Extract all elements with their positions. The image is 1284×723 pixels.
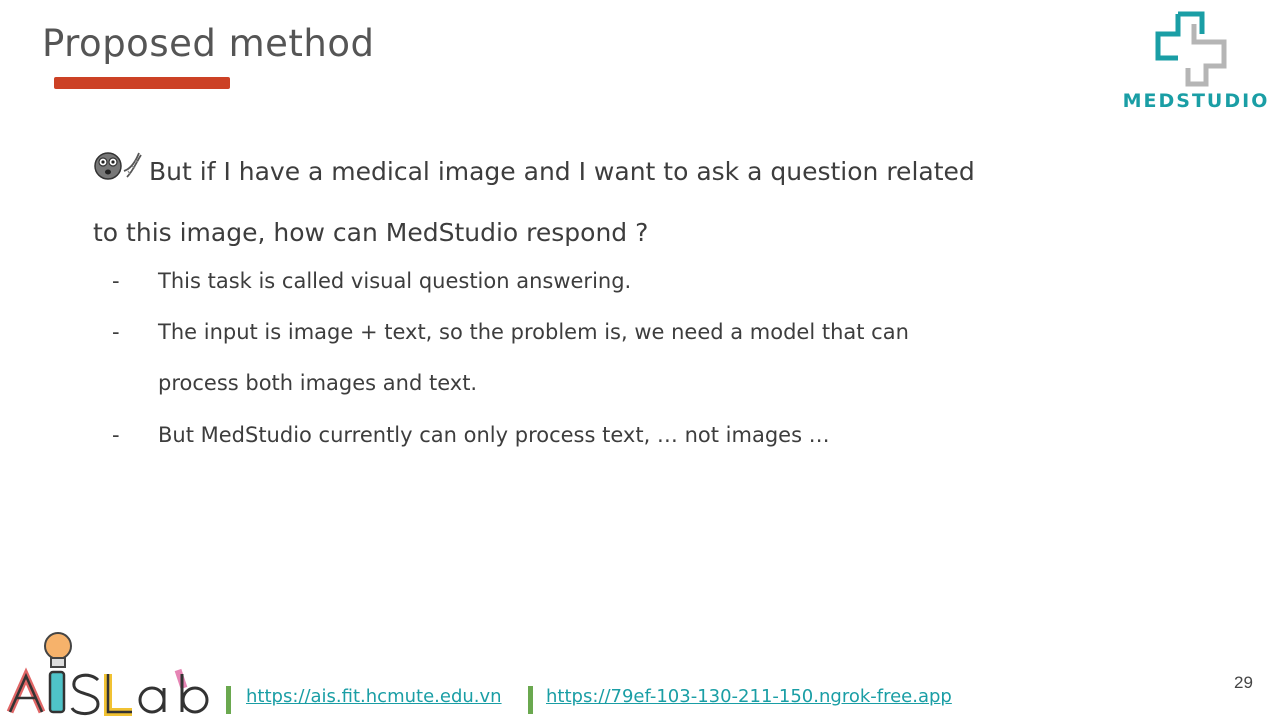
question-line-1: But if I have a medical image and I want… (149, 157, 975, 186)
footer-separator (528, 686, 533, 714)
dna-icon (123, 152, 142, 178)
bullet-text: The input is image + text, so the proble… (158, 320, 909, 344)
bullet-text: This task is called visual question answ… (158, 269, 632, 293)
footer-separator (226, 686, 231, 714)
slide-title: Proposed method (42, 22, 375, 65)
bullet-dash: - (112, 269, 120, 293)
ais-website-link[interactable]: https://ais.fit.hcmute.edu.vn (246, 686, 502, 707)
question-line-2: to this image, how can MedStudio respond… (93, 218, 649, 247)
question-icons (93, 143, 143, 203)
slide: Proposed method MEDSTUDIO But if I have … (0, 0, 1284, 719)
bullet-dash: - (112, 320, 120, 344)
bullet-text: But MedStudio currently can only process… (158, 423, 830, 447)
logo-text: MEDSTUDIO (1122, 90, 1270, 112)
question-text: But if I have a medical image and I want… (93, 142, 1053, 263)
bullet-text: process both images and text. (158, 371, 478, 395)
bullet-dash: - (112, 423, 120, 447)
thinking-face-icon (94, 152, 142, 180)
ngrok-app-link[interactable]: https://79ef-103-130-211-150.ngrok-free.… (546, 686, 952, 707)
medstudio-logo: MEDSTUDIO (1110, 10, 1280, 115)
aislab-logo (2, 630, 217, 719)
medstudio-cross-logo (1155, 11, 1227, 87)
title-underline (54, 77, 230, 89)
aislab-logo-graphic (6, 632, 209, 716)
lightbulb-icon (44, 632, 72, 668)
page-number: 29 (1234, 673, 1253, 692)
